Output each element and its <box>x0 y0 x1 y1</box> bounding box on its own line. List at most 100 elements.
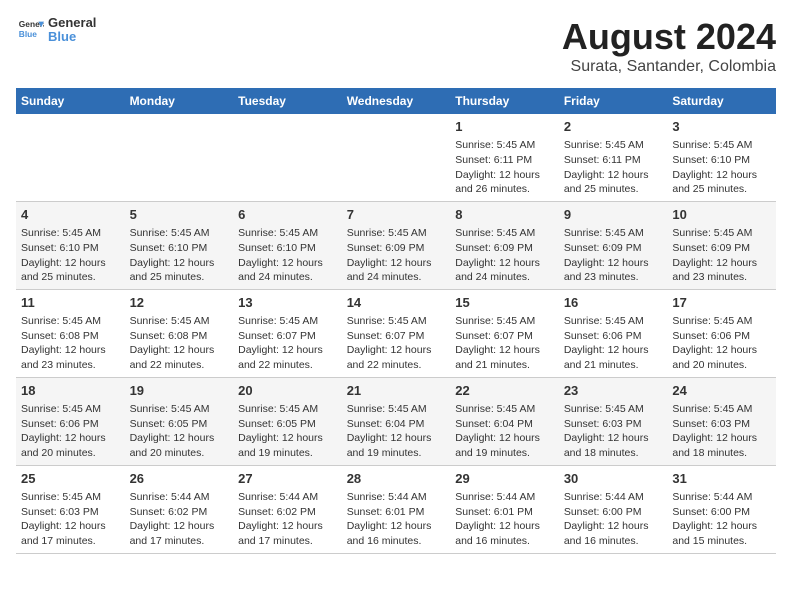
day-number: 22 <box>455 382 554 400</box>
day-info: Sunset: 6:06 PM <box>564 329 663 344</box>
week-row-2: 4Sunrise: 5:45 AMSunset: 6:10 PMDaylight… <box>16 201 776 289</box>
calendar-cell: 23Sunrise: 5:45 AMSunset: 6:03 PMDayligh… <box>559 377 668 465</box>
svg-text:Blue: Blue <box>19 29 37 39</box>
page-header: General Blue General Blue August 2024 Su… <box>16 16 776 76</box>
day-number: 2 <box>564 118 663 136</box>
header-day-tuesday: Tuesday <box>233 88 342 114</box>
day-info: Sunrise: 5:45 AM <box>564 314 663 329</box>
day-info: and 17 minutes. <box>21 534 120 549</box>
day-number: 30 <box>564 470 663 488</box>
day-info: Daylight: 12 hours <box>564 519 663 534</box>
calendar-cell: 28Sunrise: 5:44 AMSunset: 6:01 PMDayligh… <box>342 465 451 553</box>
day-info: Sunrise: 5:45 AM <box>238 226 337 241</box>
day-number: 24 <box>672 382 771 400</box>
day-info: Sunset: 6:10 PM <box>238 241 337 256</box>
day-info: Sunset: 6:05 PM <box>130 417 229 432</box>
day-info: Sunrise: 5:45 AM <box>21 402 120 417</box>
day-number: 16 <box>564 294 663 312</box>
day-info: and 21 minutes. <box>455 358 554 373</box>
day-info: Daylight: 12 hours <box>130 343 229 358</box>
calendar-cell: 11Sunrise: 5:45 AMSunset: 6:08 PMDayligh… <box>16 289 125 377</box>
day-number: 6 <box>238 206 337 224</box>
day-info: Sunrise: 5:45 AM <box>564 226 663 241</box>
day-info: Daylight: 12 hours <box>672 519 771 534</box>
calendar-cell: 19Sunrise: 5:45 AMSunset: 6:05 PMDayligh… <box>125 377 234 465</box>
day-info: Sunset: 6:04 PM <box>347 417 446 432</box>
calendar-cell: 2Sunrise: 5:45 AMSunset: 6:11 PMDaylight… <box>559 114 668 201</box>
day-info: Daylight: 12 hours <box>672 343 771 358</box>
day-info: and 18 minutes. <box>564 446 663 461</box>
day-info: Daylight: 12 hours <box>672 168 771 183</box>
day-info: Daylight: 12 hours <box>21 519 120 534</box>
day-info: Sunrise: 5:45 AM <box>455 138 554 153</box>
day-info: Sunset: 6:10 PM <box>672 153 771 168</box>
title-section: August 2024 Surata, Santander, Colombia <box>562 16 776 76</box>
day-number: 10 <box>672 206 771 224</box>
day-info: and 22 minutes. <box>347 358 446 373</box>
calendar-cell: 5Sunrise: 5:45 AMSunset: 6:10 PMDaylight… <box>125 201 234 289</box>
logo: General Blue General Blue <box>16 16 96 45</box>
header-row: SundayMondayTuesdayWednesdayThursdayFrid… <box>16 88 776 114</box>
day-info: Daylight: 12 hours <box>347 431 446 446</box>
day-info: Daylight: 12 hours <box>455 431 554 446</box>
header-day-monday: Monday <box>125 88 234 114</box>
day-info: Sunset: 6:03 PM <box>564 417 663 432</box>
day-info: Daylight: 12 hours <box>21 431 120 446</box>
day-info: and 23 minutes. <box>672 270 771 285</box>
calendar-cell: 16Sunrise: 5:45 AMSunset: 6:06 PMDayligh… <box>559 289 668 377</box>
logo-line1: General <box>48 16 96 30</box>
day-info: and 26 minutes. <box>455 182 554 197</box>
day-info: and 16 minutes. <box>455 534 554 549</box>
day-info: Daylight: 12 hours <box>564 431 663 446</box>
day-info: and 20 minutes. <box>672 358 771 373</box>
calendar-cell: 18Sunrise: 5:45 AMSunset: 6:06 PMDayligh… <box>16 377 125 465</box>
header-day-sunday: Sunday <box>16 88 125 114</box>
calendar-cell: 6 Sunrise: 5:45 AMSunset: 6:10 PMDaylight… <box>233 201 342 289</box>
day-info: Sunrise: 5:45 AM <box>347 314 446 329</box>
day-info: Sunset: 6:01 PM <box>455 505 554 520</box>
day-info: Sunset: 6:09 PM <box>672 241 771 256</box>
day-info: Sunrise: 5:45 AM <box>672 226 771 241</box>
calendar-cell: 31Sunrise: 5:44 AMSunset: 6:00 PMDayligh… <box>667 465 776 553</box>
calendar-cell: 7Sunrise: 5:45 AMSunset: 6:09 PMDaylight… <box>342 201 451 289</box>
day-info: Sunrise: 5:45 AM <box>21 490 120 505</box>
day-info: and 16 minutes. <box>347 534 446 549</box>
logo-text: General Blue <box>48 16 96 45</box>
calendar-cell <box>233 114 342 201</box>
day-info: and 25 minutes. <box>130 270 229 285</box>
day-info: Sunrise: 5:45 AM <box>672 138 771 153</box>
calendar-cell: 14Sunrise: 5:45 AMSunset: 6:07 PMDayligh… <box>342 289 451 377</box>
day-info: and 25 minutes. <box>672 182 771 197</box>
calendar-cell: 13Sunrise: 5:45 AMSunset: 6:07 PMDayligh… <box>233 289 342 377</box>
day-number: 21 <box>347 382 446 400</box>
day-info: Daylight: 12 hours <box>238 256 337 271</box>
day-number: 11 <box>21 294 120 312</box>
week-row-1: 1Sunrise: 5:45 AMSunset: 6:11 PMDaylight… <box>16 114 776 201</box>
day-info: Sunset: 6:02 PM <box>130 505 229 520</box>
day-info: Daylight: 12 hours <box>21 343 120 358</box>
calendar-cell: 3Sunrise: 5:45 AMSunset: 6:10 PMDaylight… <box>667 114 776 201</box>
day-info: Sunrise: 5:45 AM <box>130 402 229 417</box>
day-info: Daylight: 12 hours <box>455 256 554 271</box>
day-info: Sunset: 6:03 PM <box>21 505 120 520</box>
day-info: Sunrise: 5:45 AM <box>347 402 446 417</box>
day-info: Sunrise: 5:44 AM <box>130 490 229 505</box>
day-info: and 25 minutes. <box>21 270 120 285</box>
day-info: Daylight: 12 hours <box>564 256 663 271</box>
day-number: 12 <box>130 294 229 312</box>
day-info: Sunset: 6:11 PM <box>455 153 554 168</box>
calendar-cell: 12Sunrise: 5:45 AMSunset: 6:08 PMDayligh… <box>125 289 234 377</box>
day-info: Daylight: 12 hours <box>564 168 663 183</box>
day-number: 14 <box>347 294 446 312</box>
day-info: and 19 minutes. <box>455 446 554 461</box>
day-info: and 24 minutes. <box>347 270 446 285</box>
day-info: Daylight: 12 hours <box>238 519 337 534</box>
day-info: Sunset: 6:08 PM <box>130 329 229 344</box>
week-row-4: 18Sunrise: 5:45 AMSunset: 6:06 PMDayligh… <box>16 377 776 465</box>
day-info: Sunset: 6:04 PM <box>455 417 554 432</box>
day-number: 27 <box>238 470 337 488</box>
day-info: Sunset: 6:08 PM <box>21 329 120 344</box>
calendar-cell <box>125 114 234 201</box>
day-info: Daylight: 12 hours <box>347 343 446 358</box>
day-info: Daylight: 12 hours <box>455 519 554 534</box>
